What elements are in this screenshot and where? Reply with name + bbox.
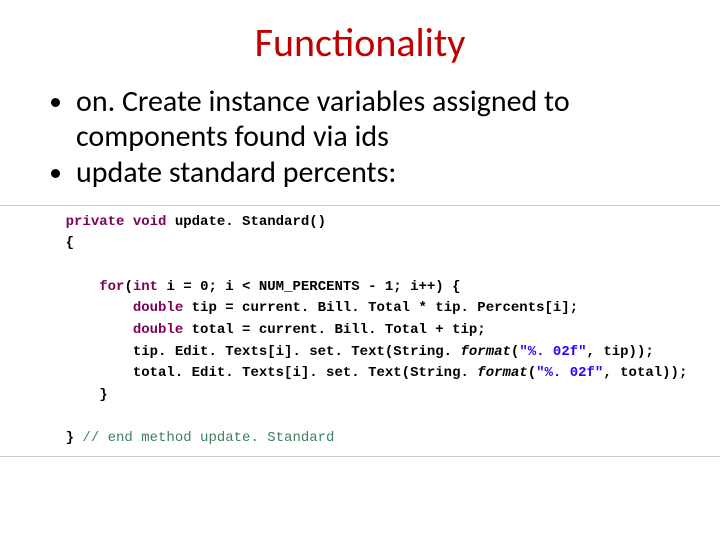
code-text: total = current. Bill. Total + tip; [183,322,485,338]
code-keyword: private [66,214,125,230]
code-text: i = 0; i < NUM_PERCENTS - 1; i++) { [158,279,460,295]
code-keyword: void [133,214,167,230]
code-text: tip = current. Bill. Total * tip. Percen… [183,300,578,316]
code-fn: format [477,365,527,381]
code-text: total. Edit. Texts[i]. set. Text(String. [133,365,477,381]
code-text: ( [124,279,132,295]
code-text: } [66,430,83,446]
code-fn: format [460,344,510,360]
slide: Functionality on. Create instance variab… [0,0,720,540]
bullet-item: on. Create instance variables assigned t… [76,85,680,154]
code-text: { [66,235,74,251]
code-keyword: int [133,279,158,295]
code-keyword: for [99,279,124,295]
code-string: "%. 02f" [519,344,586,360]
code-keyword: double [133,300,183,316]
code-keyword: double [133,322,183,338]
code-block: private void update. Standard() { for(in… [0,205,720,458]
code-string: "%. 02f" [536,365,603,381]
code-text: ( [528,365,536,381]
slide-title: Functionality [40,18,680,67]
code-comment: // end method update. Standard [82,430,334,446]
bullet-list: on. Create instance variables assigned t… [76,85,680,191]
code-text: , total)); [603,365,687,381]
code-text: } [99,387,107,403]
code-text: update. Standard() [166,214,326,230]
bullet-item: update standard percents: [76,156,680,191]
code-text: , tip)); [587,344,654,360]
code-text: tip. Edit. Texts[i]. set. Text(String. [133,344,461,360]
